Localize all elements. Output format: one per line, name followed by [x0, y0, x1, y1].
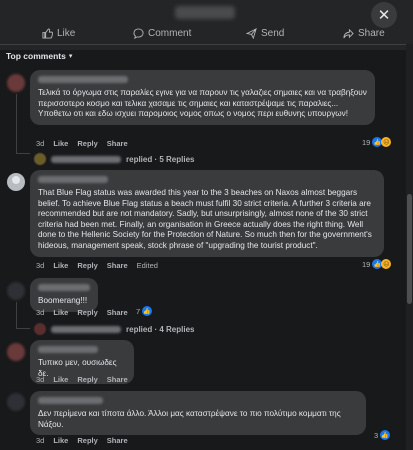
sort-comments-dropdown[interactable]: Top comments ▾ — [6, 51, 72, 61]
comment-icon — [133, 28, 144, 39]
comment-like-button[interactable]: Like — [53, 139, 68, 148]
sad-reaction-icon: ☹ — [381, 259, 392, 269]
chevron-down-icon: ▾ — [68, 53, 73, 60]
post-actions: Like Comment Send Share — [0, 28, 413, 44]
thread-branch — [16, 328, 30, 329]
like-action-button[interactable]: Like — [42, 28, 75, 39]
thread-branch — [16, 153, 30, 154]
comment-reply-button[interactable]: Reply — [77, 139, 97, 148]
avatar[interactable] — [7, 74, 25, 92]
share-icon — [343, 28, 354, 39]
comment-bubble: That Blue Flag status was awarded this y… — [30, 170, 384, 257]
comment-reply-button[interactable]: Reply — [77, 261, 97, 270]
comment-edited-label[interactable]: Edited — [137, 261, 158, 270]
comment-share-button[interactable]: Share — [107, 436, 128, 445]
avatar[interactable] — [7, 393, 25, 411]
post-title-blurred — [175, 6, 235, 19]
post-header: ✕ Like Comment Send Share — [0, 0, 413, 50]
sort-label: Top comments — [6, 51, 66, 61]
like-reaction-icon: 👍 — [142, 306, 153, 316]
comment-like-button[interactable]: Like — [53, 375, 68, 384]
reaction-summary[interactable]: 3 👍 — [374, 430, 391, 440]
comment-actions: 3d Like Reply Share — [36, 139, 128, 148]
close-icon: ✕ — [377, 6, 391, 24]
comment-like-button[interactable]: Like — [53, 261, 68, 270]
close-button[interactable]: ✕ — [371, 2, 397, 28]
comment-bubble: Boomerang!!! — [30, 278, 98, 312]
scrollbar[interactable] — [406, 44, 413, 450]
share-action-label: Share — [358, 28, 385, 39]
comment-actions: 3d Like Reply Share — [36, 308, 128, 317]
comment-time[interactable]: 3d — [36, 139, 44, 148]
reaction-count: 19 — [362, 259, 371, 269]
reaction-summary[interactable]: 7 👍 — [136, 306, 153, 316]
like-icon — [42, 28, 53, 39]
comment-author-blurred[interactable] — [38, 76, 128, 83]
send-action-label: Send — [261, 28, 285, 39]
comment-text: Boomerang!!! — [38, 296, 88, 305]
avatar[interactable] — [7, 173, 25, 191]
reaction-count: 19 — [362, 137, 371, 147]
comment-text: Δεν περίμενα και τίποτα άλλο. Άλλοι μας … — [38, 409, 341, 429]
send-icon — [246, 28, 257, 39]
reply-avatar — [34, 323, 46, 335]
avatar[interactable] — [7, 343, 25, 361]
comment-actions: 3d Like Reply Share — [36, 436, 128, 445]
comment-reply-button[interactable]: Reply — [77, 375, 97, 384]
reaction-count: 7 — [136, 306, 141, 316]
replies-label: replied · 5 Replies — [126, 154, 195, 164]
scrollbar-thumb[interactable] — [407, 194, 412, 304]
reply-author-blurred — [51, 155, 121, 163]
reply-author-blurred — [51, 325, 121, 333]
view-replies-button[interactable]: replied · 4 Replies — [34, 323, 194, 335]
reaction-count: 3 — [374, 430, 379, 440]
comment-time[interactable]: 3d — [36, 436, 44, 445]
comment-action-button[interactable]: Comment — [133, 28, 191, 39]
comment-share-button[interactable]: Share — [107, 375, 128, 384]
like-reaction-icon: 👍 — [380, 430, 391, 440]
comment-time[interactable]: 3d — [36, 375, 44, 384]
comment-share-button[interactable]: Share — [107, 308, 128, 317]
comment-author-blurred[interactable] — [38, 176, 108, 183]
comment-reply-button[interactable]: Reply — [77, 436, 97, 445]
reaction-summary[interactable]: 19 👍 ☹ — [362, 137, 392, 147]
reaction-summary[interactable]: 19 👍 ☹ — [362, 259, 392, 269]
comment-share-button[interactable]: Share — [107, 261, 128, 270]
comment-like-button[interactable]: Like — [53, 436, 68, 445]
share-action-button[interactable]: Share — [343, 28, 385, 39]
reply-avatar — [34, 153, 46, 165]
comment-time[interactable]: 3d — [36, 308, 44, 317]
comment-time[interactable]: 3d — [36, 261, 44, 270]
comment-like-button[interactable]: Like — [53, 308, 68, 317]
view-replies-button[interactable]: replied · 5 Replies — [34, 153, 194, 165]
comment-actions: 3d Like Reply Share — [36, 375, 128, 384]
comment-text: That Blue Flag status was awarded this y… — [38, 188, 372, 250]
comment-bubble: Τελικά το όργωμα στις παραλίες εγινε για… — [30, 70, 375, 125]
comment-actions: 3d Like Reply Share Edited — [36, 261, 158, 270]
comment-author-blurred[interactable] — [38, 346, 98, 353]
avatar[interactable] — [7, 282, 25, 300]
comment-reply-button[interactable]: Reply — [77, 308, 97, 317]
replies-label: replied · 4 Replies — [126, 324, 195, 334]
comment-bubble: Δεν περίμενα και τίποτα άλλο. Άλλοι μας … — [30, 391, 366, 436]
thread-line — [16, 302, 17, 329]
send-action-button[interactable]: Send — [246, 28, 284, 39]
comment-text: Τελικά το όργωμα στις παραλίες εγινε για… — [38, 88, 367, 119]
header-divider — [0, 44, 413, 45]
comment-author-blurred[interactable] — [38, 397, 103, 404]
like-action-label: Like — [57, 28, 76, 39]
thread-line — [16, 94, 17, 154]
comment-action-label: Comment — [148, 28, 192, 39]
comment-share-button[interactable]: Share — [107, 139, 128, 148]
comment-author-blurred[interactable] — [38, 284, 90, 291]
sad-reaction-icon: ☹ — [381, 137, 392, 147]
